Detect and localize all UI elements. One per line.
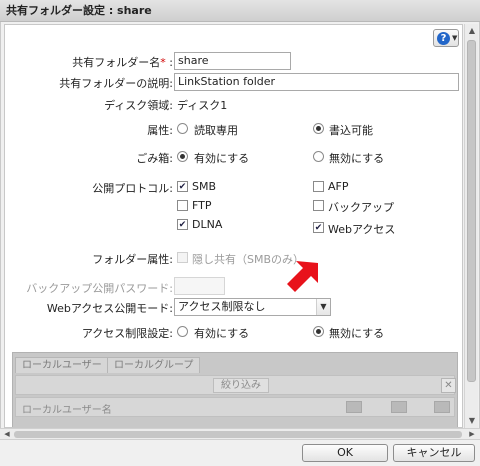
tab-local-groups[interactable]: ローカルグループ [107, 357, 201, 373]
close-icon[interactable]: ✕ [441, 378, 456, 393]
protocol-backup-label: バックアップ [328, 201, 394, 214]
vertical-scrollbar[interactable]: ▲ ▼ [464, 24, 478, 428]
trash-label: ごみ箱: [136, 152, 173, 165]
protocol-afp-label: AFP [328, 180, 349, 193]
protocol-smb-label: SMB [192, 180, 217, 193]
folder-attr-label: フォルダー属性: [92, 253, 173, 266]
attribute-readonly-label: 読取専用 [194, 124, 238, 137]
scroll-down-icon[interactable]: ▼ [465, 414, 479, 428]
protocol-smb-checkbox[interactable]: ✔ [177, 181, 188, 192]
protocol-webaccess-checkbox[interactable]: ✔ [313, 222, 324, 233]
trash-disable-radio[interactable] [313, 151, 324, 162]
scroll-up-icon[interactable]: ▲ [465, 24, 479, 38]
window-title: 共有フォルダー設定 : share [0, 0, 480, 22]
access-restrict-label: アクセス制限設定: [81, 327, 173, 340]
disk-value: ディスク1 [177, 99, 228, 112]
no-access-icon[interactable] [434, 401, 450, 413]
protocol-dlna-label: DLNA [192, 218, 223, 231]
attribute-label: 属性: [147, 124, 173, 137]
horizontal-scrollbar[interactable]: ◀ ▶ [0, 428, 480, 440]
protocol-ftp-label: FTP [192, 199, 212, 212]
disk-label: ディスク領域: [104, 99, 173, 112]
scroll-thumb[interactable] [467, 40, 476, 382]
user-access-panel: ローカルユーザー ローカルグループ 絞り込み ✕ ローカルユーザー名 [12, 352, 458, 427]
backup-password-input[interactable] [174, 277, 225, 295]
backup-password-label: バックアップ公開パスワード: [26, 282, 173, 295]
filter-row: 絞り込み ✕ [15, 375, 456, 395]
access-restrict-disable-radio[interactable] [313, 326, 324, 337]
attribute-writable-radio[interactable] [313, 123, 324, 134]
description-label: 共有フォルダーの説明: [59, 77, 173, 90]
help-button[interactable]: ? ▼ [433, 29, 459, 47]
protocol-afp-checkbox[interactable] [313, 181, 324, 192]
read-write-icon[interactable] [346, 401, 362, 413]
form-area: ? ▼ 共有フォルダー名* : share 共有フォルダーの説明: LinkSt… [4, 24, 463, 428]
scroll-left-icon[interactable]: ◀ [1, 429, 13, 439]
red-arrow-annotation [287, 261, 318, 292]
column-header-row: ローカルユーザー名 [15, 397, 455, 417]
question-icon: ? [437, 32, 450, 45]
dialog-footer: OK キャンセル [0, 440, 480, 466]
attribute-writable-label: 書込可能 [329, 124, 373, 137]
protocols-label: 公開プロトコル: [92, 182, 173, 195]
protocol-webaccess-label: Webアクセス [328, 223, 396, 236]
description-input[interactable]: LinkStation folder [174, 73, 459, 91]
web-mode-select[interactable]: アクセス制限なし ▼ [174, 298, 331, 316]
chevron-down-icon: ▼ [452, 34, 458, 42]
access-restrict-enable-radio[interactable] [177, 326, 188, 337]
protocol-ftp-checkbox[interactable] [177, 200, 188, 211]
ok-button[interactable]: OK [302, 444, 388, 462]
scroll-right-icon[interactable]: ▶ [466, 429, 478, 439]
column-header-local-user: ローカルユーザー名 [22, 405, 112, 416]
attribute-readonly-radio[interactable] [177, 123, 188, 134]
read-only-icon[interactable] [391, 401, 407, 413]
dialog-body: ? ▼ 共有フォルダー名* : share 共有フォルダーの説明: LinkSt… [0, 22, 480, 428]
cancel-button[interactable]: キャンセル [393, 444, 475, 462]
trash-enable-label: 有効にする [194, 152, 250, 165]
tab-local-users[interactable]: ローカルユーザー [15, 357, 109, 373]
protocol-backup-checkbox[interactable] [313, 200, 324, 211]
folder-name-label: 共有フォルダー名* : [72, 56, 173, 69]
folder-name-input[interactable]: share [174, 52, 291, 70]
trash-enable-radio[interactable] [177, 151, 188, 162]
access-restrict-disable-label: 無効にする [329, 327, 385, 340]
chevron-down-icon: ▼ [316, 299, 330, 315]
access-restrict-enable-label: 有効にする [194, 327, 250, 340]
hscroll-thumb[interactable] [14, 431, 462, 438]
web-mode-label: Webアクセス公開モード: [46, 302, 173, 315]
protocol-dlna-checkbox[interactable]: ✔ [177, 219, 188, 230]
trash-disable-label: 無効にする [329, 152, 385, 165]
web-mode-value: アクセス制限なし [178, 300, 266, 313]
hidden-share-checkbox[interactable] [177, 252, 188, 263]
filter-button[interactable]: 絞り込み [213, 378, 269, 393]
